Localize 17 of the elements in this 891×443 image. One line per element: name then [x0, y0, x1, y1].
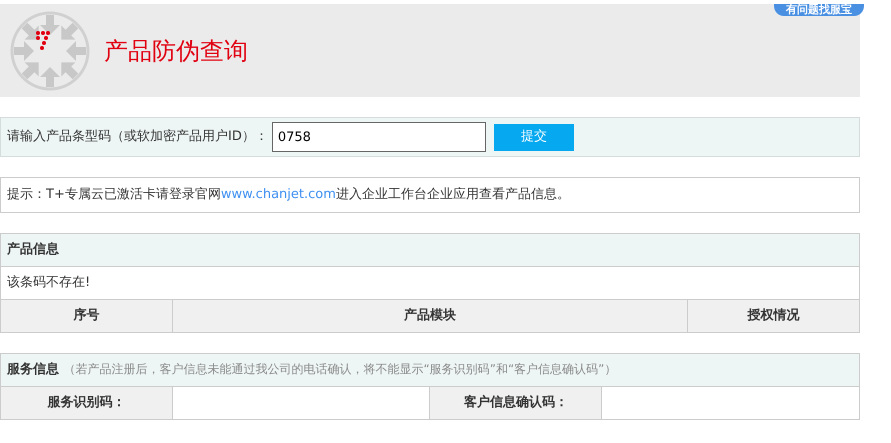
submit-button[interactable]: 提交: [494, 124, 574, 150]
logo-icon: [10, 10, 90, 90]
section-title: 服务信息: [7, 362, 59, 377]
tip-text: 提示：T+专属云已激活卡请登录官网www.chanjet.com进入企业工作台企业应用查看产品信息。: [7, 187, 570, 202]
field-label: 服务识别码：: [0, 386, 172, 419]
column-header: 产品模块: [172, 299, 688, 332]
section-note: （若产品注册后，客户信息未能通过我公司的电话确认，将不能显示“服务识别码”和“客户信息确认码”）: [64, 362, 616, 376]
status-message: 该条码不存在!: [0, 266, 860, 299]
column-header: 授权情况: [688, 299, 860, 332]
website-link[interactable]: www.chanjet.com: [220, 187, 336, 202]
column-header: 序号: [0, 299, 172, 332]
section-title: 产品信息: [0, 233, 860, 266]
field-label: 客户信息确认码：: [430, 386, 602, 419]
barcode-input[interactable]: 0758: [272, 122, 486, 152]
page-title: 产品防伪查询: [104, 36, 248, 66]
query-label: 请输入产品条型码（或软加密产品用户ID）：: [7, 128, 268, 146]
help-badge[interactable]: 有问题找服宝: [774, 4, 864, 16]
